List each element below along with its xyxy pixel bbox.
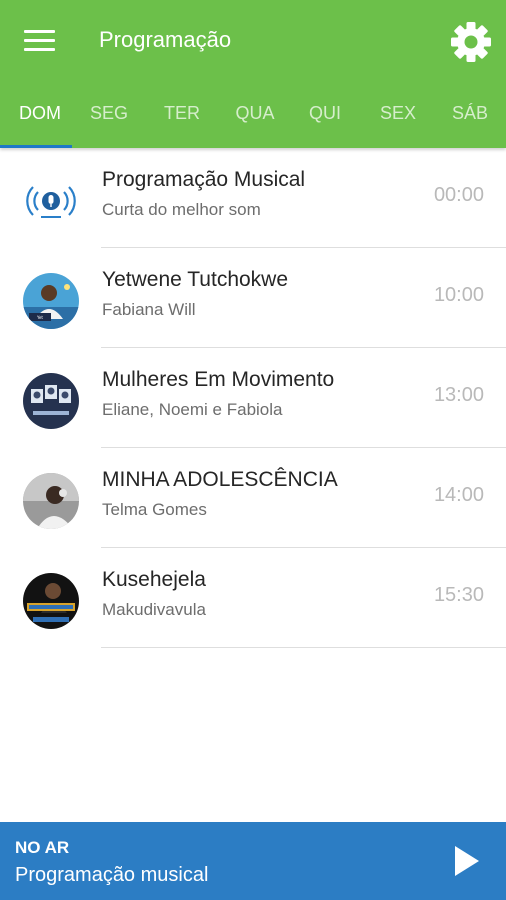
svg-text:Yet: Yet [36, 315, 43, 320]
schedule-row[interactable]: Kusehejela Makudivavula 15:30 [0, 548, 506, 648]
row-divider [101, 647, 506, 648]
day-tabs: DOM SEG TER QUA QUI SEX SÁB [0, 90, 506, 148]
program-time: 14:00 [433, 484, 484, 506]
schedule-row[interactable]: Programação Musical Curta do melhor som … [0, 148, 506, 248]
host-avatar [23, 473, 79, 529]
program-host: Curta do melhor som [102, 200, 261, 219]
program-title: Mulheres Em Movimento [102, 368, 335, 391]
tab-qui[interactable]: QUI [286, 90, 364, 148]
host-avatar [23, 373, 79, 429]
program-title: Kusehejela [102, 568, 206, 591]
program-time: 00:00 [433, 184, 484, 206]
play-icon[interactable] [452, 844, 482, 878]
now-playing-title: Programação musical [15, 864, 209, 886]
radio-logo-icon [23, 173, 79, 229]
host-avatar [23, 573, 79, 629]
page-title: Programação [99, 27, 232, 52]
program-title: MINHA ADOLESCÊNCIA [102, 468, 338, 491]
hamburger-menu-icon[interactable] [24, 30, 56, 54]
on-air-label: NO AR [15, 838, 70, 857]
program-host: Fabiana Will [102, 300, 196, 319]
program-host: Makudivavula [102, 600, 206, 619]
tab-ter[interactable]: TER [143, 90, 221, 148]
tab-qua[interactable]: QUA [216, 90, 294, 148]
now-playing-bar[interactable]: NO AR Programação musical [0, 822, 506, 900]
program-host: Eliane, Noemi e Fabiola [102, 400, 283, 419]
program-time: 10:00 [433, 284, 484, 306]
schedule-row[interactable]: Mulheres Em Movimento Eliane, Noemi e Fa… [0, 348, 506, 448]
app-bar: Programação DOM SEG TER QUA QUI SEX SÁB [0, 0, 506, 148]
program-host: Telma Gomes [102, 500, 207, 519]
tab-seg[interactable]: SEG [70, 90, 148, 148]
program-time: 15:30 [433, 584, 484, 606]
program-title: Programação Musical [102, 168, 306, 191]
schedule-row[interactable]: MINHA ADOLESCÊNCIA Telma Gomes 14:00 [0, 448, 506, 548]
host-avatar: Yet [23, 273, 79, 329]
schedule-row[interactable]: Yet Yetwene Tutchokwe Fabiana Will 10:00 [0, 248, 506, 348]
gear-icon[interactable] [449, 20, 493, 64]
tab-sex[interactable]: SEX [359, 90, 437, 148]
tab-dom[interactable]: DOM [0, 90, 80, 148]
tab-sab[interactable]: SÁB [431, 90, 506, 148]
program-title: Yetwene Tutchokwe [102, 268, 289, 291]
program-time: 13:00 [433, 384, 484, 406]
